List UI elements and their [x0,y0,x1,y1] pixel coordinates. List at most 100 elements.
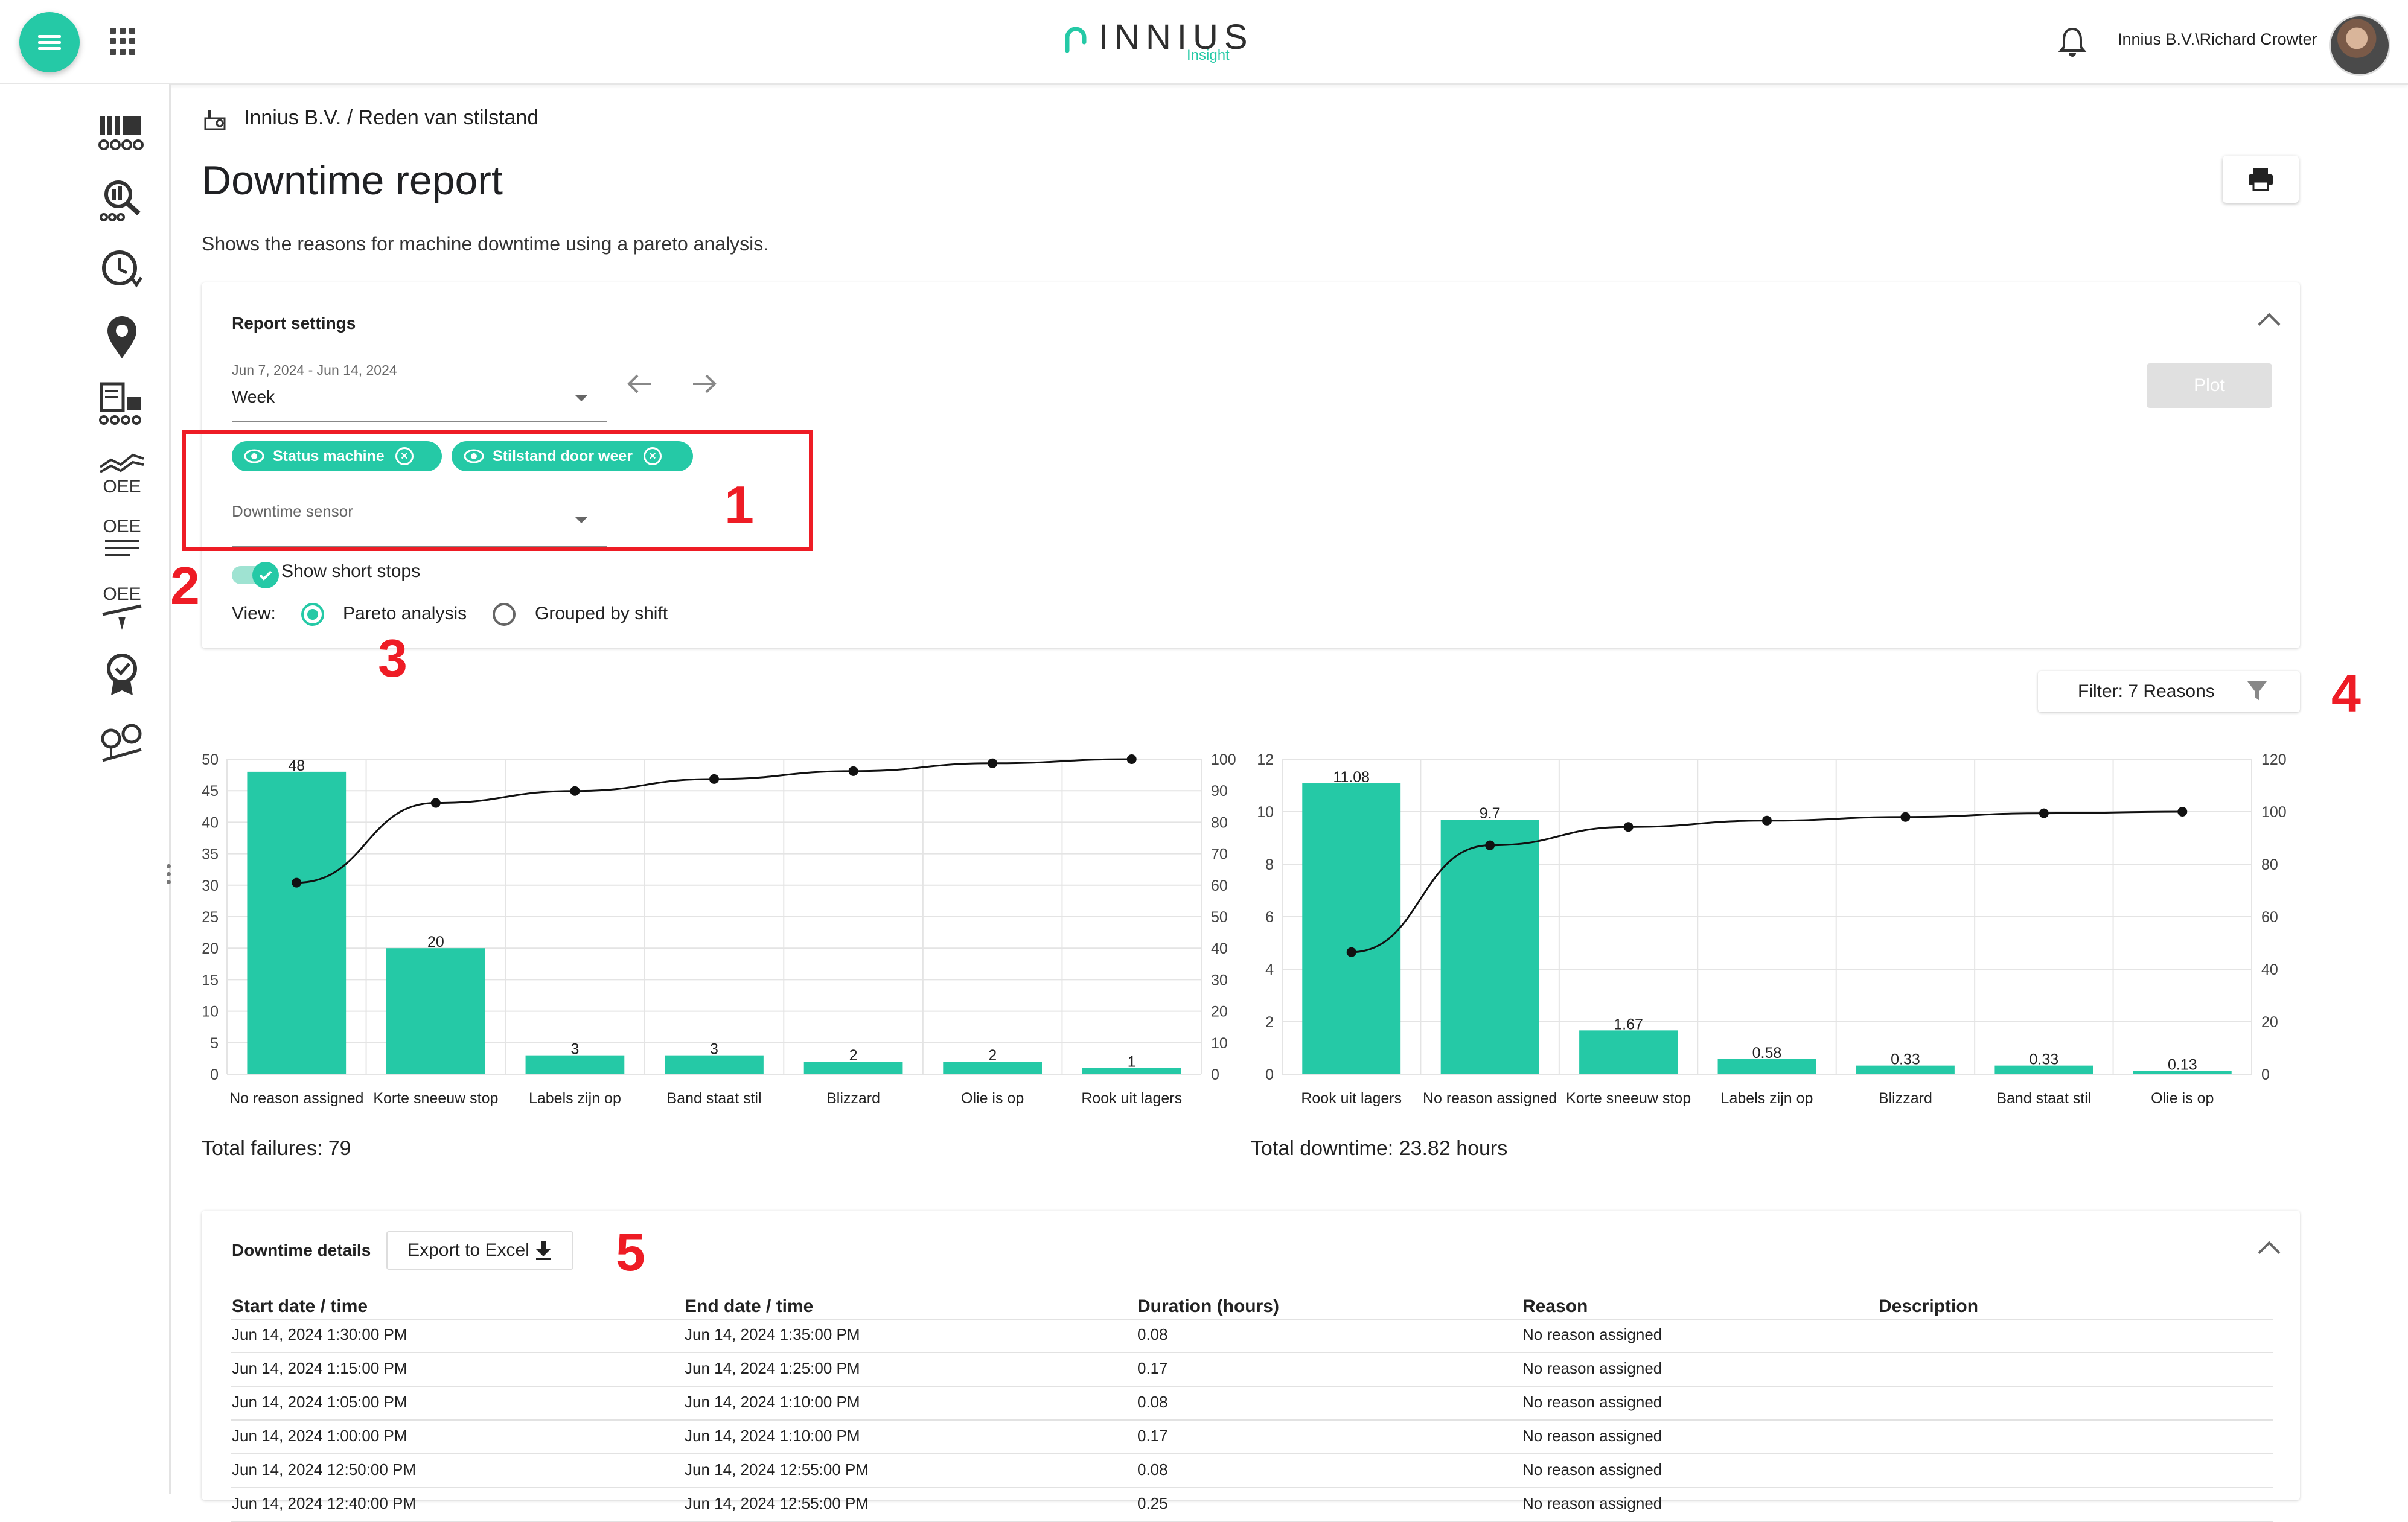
bar [525,1055,625,1074]
quality-icon[interactable] [97,649,147,700]
cell-start: Jun 14, 2024 12:40:00 PM [232,1494,417,1512]
bar-value-label: 0.33 [1891,1051,1920,1068]
filter-label: Filter: 7 Reasons [2078,681,2215,701]
cumulative-point [1346,947,1356,957]
cell-reason: No reason assigned [1522,1359,1662,1377]
cumulative-point [848,766,858,776]
y-tick-label: 0 [210,1066,219,1083]
previous-period-arrow-icon[interactable] [625,372,653,396]
period-select[interactable]: Week [232,381,607,422]
y-tick-label: 35 [202,846,219,863]
download-icon [535,1241,551,1260]
bar [665,1055,764,1074]
y2-tick-label: 120 [2261,751,2287,768]
radio-pareto-analysis[interactable] [301,603,324,626]
breadcrumb[interactable]: Innius B.V. / Reden van stilstand [244,106,538,130]
grouped-by-shift-label[interactable]: Grouped by shift [535,603,668,624]
location-icon[interactable] [97,311,147,362]
y2-tick-label: 20 [2261,1014,2278,1031]
total-downtime: Total downtime: 23.82 hours [1251,1137,1508,1160]
production-icon[interactable] [97,109,147,159]
column-header-start[interactable]: Start date / time [232,1296,368,1317]
y2-tick-label: 0 [1211,1066,1219,1083]
annotation-3: 3 [378,628,407,688]
maintenance-icon[interactable] [97,717,147,768]
clock-icon[interactable] [97,244,147,295]
bar-value-label: 3 [710,1041,718,1058]
cumulative-point [1623,822,1634,832]
cumulative-point [988,758,998,768]
user-name[interactable]: Innius B.V.\Richard Crowter [2118,30,2317,49]
export-label: Export to Excel [407,1240,529,1260]
report-icon[interactable] [97,379,147,430]
column-header-duration[interactable]: Duration (hours) [1137,1296,1279,1317]
cell-end: Jun 14, 2024 12:55:00 PM [685,1460,869,1479]
plot-button[interactable]: Plot [2147,363,2272,408]
check-icon [259,570,272,581]
page-title: Downtime report [202,158,503,203]
x-tick-label: No reason assigned [1423,1090,1557,1107]
filter-button[interactable]: Filter: 7 Reasons [2038,671,2300,712]
y-tick-label: 0 [1265,1066,1274,1083]
svg-text:OEE: OEE [103,584,141,604]
resize-handle-icon[interactable] [167,864,171,890]
y-tick-label: 25 [202,909,219,926]
bar [247,771,347,1074]
factory-icon [204,110,226,130]
y-tick-label: 2 [1265,1014,1274,1031]
cell-reason: No reason assigned [1522,1494,1662,1512]
radio-grouped-by-shift[interactable] [493,603,516,626]
cumulative-point [2177,807,2188,817]
column-header-reason[interactable]: Reason [1522,1296,1588,1317]
y-tick-label: 8 [1265,856,1274,873]
cumulative-point [570,786,580,796]
main-menu-button[interactable] [19,12,80,72]
annotation-1: 1 [724,475,754,535]
next-period-arrow-icon[interactable] [691,372,718,396]
oee-scale-icon[interactable]: OEE [97,582,147,632]
y2-tick-label: 70 [1211,846,1228,863]
y-tick-label: 12 [1257,751,1274,768]
y-tick-label: 5 [210,1035,219,1052]
pareto-analysis-label[interactable]: Pareto analysis [343,603,467,624]
column-header-description[interactable]: Description [1879,1296,1978,1317]
period-value: Week [232,387,275,406]
x-tick-label: Rook uit lagers [1081,1090,1182,1107]
search-analysis-icon[interactable] [97,176,147,227]
print-button[interactable] [2223,156,2299,203]
cell-end: Jun 14, 2024 1:10:00 PM [685,1427,860,1445]
date-range-label: Jun 7, 2024 - Jun 14, 2024 [232,362,397,378]
x-tick-label: Korte sneeuw stop [1566,1090,1691,1107]
cell-duration: 0.08 [1137,1460,1168,1479]
y-tick-label: 50 [202,751,219,768]
cell-start: Jun 14, 2024 1:00:00 PM [232,1427,407,1445]
column-header-end[interactable]: End date / time [685,1296,813,1317]
annotation-4: 4 [2331,663,2361,723]
sidebar [0,84,171,1494]
apps-grid-icon[interactable] [110,28,138,56]
notifications-bell-icon[interactable] [2057,25,2087,59]
x-tick-label: Labels zijn op [1721,1090,1813,1107]
y2-tick-label: 90 [1211,783,1228,800]
cell-duration: 0.08 [1137,1325,1168,1343]
cumulative-point [1485,840,1495,850]
bar-value-label: 11.08 [1333,769,1370,786]
oee-trend-icon[interactable]: OEE [97,447,147,497]
x-tick-label: Olie is op [961,1090,1024,1107]
filter-icon [2247,681,2267,701]
y-tick-label: 45 [202,783,219,800]
avatar[interactable] [2329,14,2390,76]
y2-tick-label: 0 [2261,1066,2270,1083]
y2-tick-label: 60 [1211,877,1228,894]
y2-tick-label: 50 [1211,909,1228,926]
cumulative-point [1762,815,1772,826]
oee-list-icon[interactable]: OEE [97,514,147,565]
svg-text:OEE: OEE [103,517,141,537]
y2-tick-label: 30 [1211,972,1228,989]
y-tick-label: 30 [202,877,219,894]
cell-end: Jun 14, 2024 1:25:00 PM [685,1359,860,1377]
show-short-stops-toggle[interactable] [232,560,280,590]
bar-value-label: 1 [1128,1054,1136,1071]
y-tick-label: 4 [1265,961,1274,978]
export-to-excel-button[interactable]: Export to Excel [386,1231,573,1270]
